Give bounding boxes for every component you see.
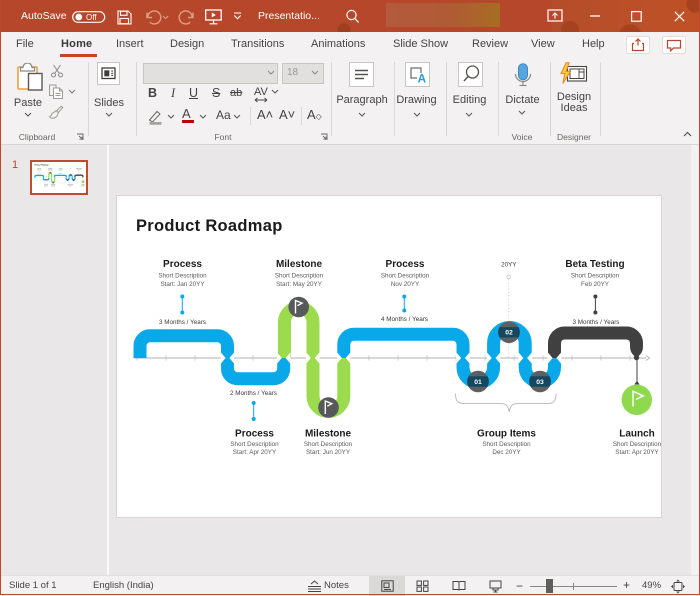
svg-text:Short Description: Short Description [230, 441, 279, 448]
svg-text:Launch: Launch [619, 429, 655, 440]
svg-text:A: A [418, 72, 427, 86]
svg-text:3 Months / Years: 3 Months / Years [159, 319, 206, 326]
svg-text:Short Description: Short Description [158, 273, 207, 280]
svg-text:Process: Process [386, 259, 425, 270]
svg-text:Start: Jun 20YY: Start: Jun 20YY [306, 449, 351, 456]
svg-text:Process: Process [235, 429, 274, 440]
svg-text:Short Description: Short Description [482, 441, 531, 448]
svg-text:03: 03 [536, 379, 544, 386]
svg-text:Milestone: Milestone [276, 259, 323, 270]
svg-text:01: 01 [474, 379, 482, 386]
svg-text:3 Months / Years: 3 Months / Years [573, 319, 620, 326]
svg-text:4 Months / Years: 4 Months / Years [381, 316, 428, 323]
svg-text:Short Description: Short Description [304, 441, 353, 448]
svg-text:Product Roadmap: Product Roadmap [136, 217, 283, 235]
svg-text:Dec 20YY: Dec 20YY [492, 449, 521, 456]
svg-text:2 Months / Years: 2 Months / Years [230, 390, 277, 397]
svg-text:Group Items: Group Items [477, 429, 536, 440]
svg-text:Start: Jan 20YY: Start: Jan 20YY [160, 281, 205, 288]
svg-text:Nov 20YY: Nov 20YY [391, 281, 420, 288]
svg-text:Process: Process [163, 259, 202, 270]
svg-text:20YY: 20YY [501, 262, 517, 269]
svg-text:Short Description: Short Description [275, 273, 324, 280]
svg-text:Short Description: Short Description [571, 273, 620, 280]
svg-text:Short Description: Short Description [381, 273, 430, 280]
svg-text:Start: Apr 20YY: Start: Apr 20YY [233, 449, 277, 456]
svg-text:02: 02 [505, 330, 513, 337]
svg-text:Beta Testing: Beta Testing [565, 259, 624, 270]
svg-text:Start: Apr 20YY: Start: Apr 20YY [615, 449, 659, 456]
svg-text:Milestone: Milestone [305, 429, 352, 440]
svg-text:Short Description: Short Description [613, 441, 661, 448]
svg-text:Start: May 20YY: Start: May 20YY [276, 281, 323, 288]
svg-text:Off: Off [86, 13, 97, 22]
svg-text:Feb 20YY: Feb 20YY [581, 281, 610, 288]
